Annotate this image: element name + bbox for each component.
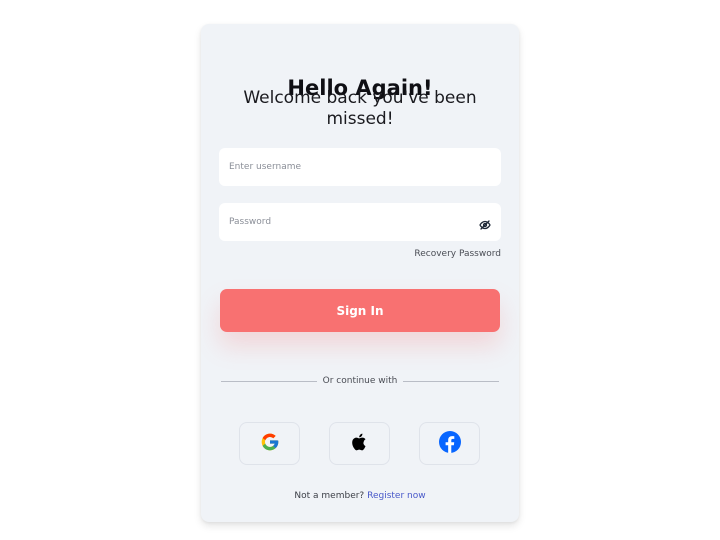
password-input[interactable] [229,217,459,227]
register-now-link[interactable]: Register now [367,491,426,501]
apple-icon [350,431,370,457]
login-card: Hello Again! Welcome back you've been mi… [201,24,519,522]
password-field[interactable] [219,203,501,241]
eye-off-icon[interactable] [479,216,491,230]
recovery-password-link[interactable]: Recovery Password [414,249,501,259]
divider-label: Or continue with [322,376,398,386]
welcome-subtitle: Welcome back you've been missed! [243,88,477,129]
google-icon [260,432,280,456]
page: Hello Again! Welcome back you've been mi… [0,0,720,540]
sign-in-button[interactable]: Sign In [220,289,500,332]
or-continue-divider: Or continue with [221,375,500,387]
username-field[interactable] [219,148,501,186]
facebook-icon [438,430,461,457]
divider-line-left [221,380,317,382]
apple-signin-button[interactable] [329,422,390,465]
divider-line-right [403,380,500,382]
facebook-signin-button[interactable] [419,422,480,465]
google-signin-button[interactable] [239,422,300,465]
username-input[interactable] [229,162,459,172]
not-member-text: Not a member? [294,491,365,501]
register-prompt: Not a member? Register now [201,491,519,501]
